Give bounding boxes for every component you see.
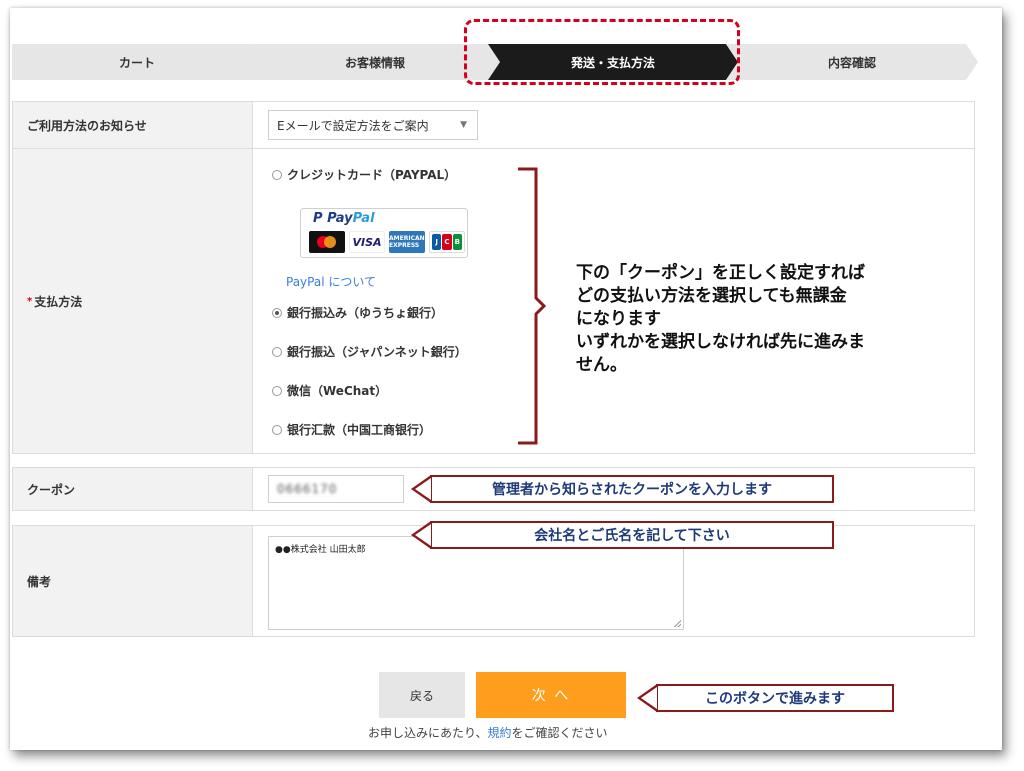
radio-paypal[interactable] (272, 169, 282, 180)
bracket-annotation (518, 167, 546, 445)
radio-yucho[interactable] (272, 307, 282, 318)
payment-option-label: 銀行振込（ジャパンネット銀行） (287, 345, 467, 359)
coupon-label: クーポン (13, 468, 253, 510)
radio-japannet[interactable] (272, 346, 282, 357)
payment-option-yucho[interactable]: 銀行振込み（ゆうちょ銀行） (272, 304, 443, 321)
paypal-badge: P PayPal VISA AMERICAN EXPRESS JCB (300, 208, 468, 258)
jcb-icon: JCB (429, 231, 465, 253)
paypal-logo: P PayPal (313, 211, 375, 226)
terms-notice: お申し込みにあたり、規約をご確認ください (368, 726, 608, 740)
mastercard-icon (309, 231, 345, 253)
notice-selected-value: Eメールで設定方法をご案内 (277, 118, 429, 133)
caret-down-icon: ▼ (460, 120, 467, 130)
visa-icon: VISA (349, 231, 385, 253)
payment-option-label: 银行汇款（中国工商银行） (287, 423, 432, 437)
payment-label-text: 支払方法 (34, 294, 83, 309)
payment-option-label: クレジットカード（PAYPAL） (287, 168, 457, 182)
required-mark: * (27, 295, 33, 307)
notice-select[interactable]: Eメールで設定方法をご案内 ▼ (268, 110, 478, 140)
payment-option-label: 微信（WeChat） (287, 384, 388, 398)
paypal-about-link[interactable]: PayPal について (286, 273, 376, 290)
back-button[interactable]: 戻る (379, 672, 465, 718)
radio-wechat[interactable] (272, 385, 282, 396)
step-customer-info[interactable]: お客様情報 (250, 44, 500, 80)
notice-row: ご利用方法のお知らせ Eメールで設定方法をご案内 ▼ (12, 101, 975, 149)
next-button[interactable]: 次 へ (476, 672, 626, 718)
next-callout: このボタンで進みます (637, 684, 894, 712)
payment-option-paypal[interactable]: クレジットカード（PAYPAL） (272, 166, 456, 183)
coupon-value: 0666170 (277, 482, 338, 496)
coupon-callout: 管理者から知らされたクーポンを入力します (411, 475, 834, 503)
resize-handle-icon[interactable] (674, 620, 681, 627)
remarks-textarea[interactable]: ●●株式会社 山田太郎 (268, 536, 684, 630)
terms-link[interactable]: 規約 (488, 726, 512, 740)
remarks-callout: 会社名とご氏名を記して下さい (411, 521, 834, 549)
step-cart[interactable]: カート (12, 44, 262, 80)
payment-option-label: 銀行振込み（ゆうちょ銀行） (287, 306, 444, 320)
step-confirm[interactable]: 内容確認 (726, 44, 978, 80)
payment-annotation: 下の「クーポン」を正しく設定すれば どの支払い方法を選択しても無課金 になります… (576, 263, 865, 375)
amex-icon: AMERICAN EXPRESS (389, 231, 425, 253)
payment-option-wechat[interactable]: 微信（WeChat） (272, 382, 387, 399)
payment-option-icbc[interactable]: 银行汇款（中国工商银行） (272, 421, 431, 438)
remarks-label: 備考 (13, 526, 253, 636)
active-step-highlight (464, 19, 740, 85)
remarks-value: ●●株式会社 山田太郎 (275, 545, 366, 555)
notice-label: ご利用方法のお知らせ (13, 102, 253, 148)
payment-option-japannet[interactable]: 銀行振込（ジャパンネット銀行） (272, 343, 467, 360)
coupon-input[interactable]: 0666170 (268, 475, 404, 503)
payment-label: * 支払方法 (13, 149, 253, 453)
radio-icbc[interactable] (272, 424, 282, 435)
